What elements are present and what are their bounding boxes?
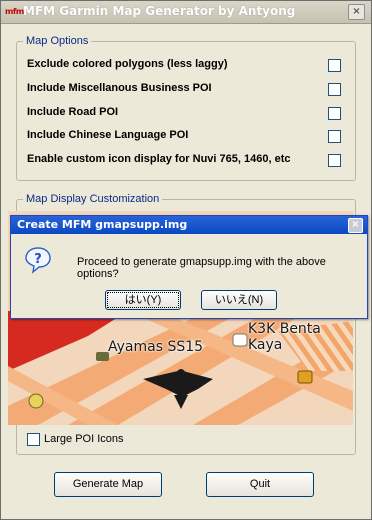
dialog-message: Proceed to generate gmapsupp.img with th… [77, 256, 326, 280]
poi-marker-icon [28, 393, 44, 409]
map-label-place-1: Ayamas SS15 [108, 339, 204, 355]
svg-text:?: ? [34, 252, 42, 267]
option-label: Include Chinese Language POI [27, 129, 189, 141]
question-icon: ? [25, 247, 51, 274]
map-display-legend: Map Display Customization [23, 193, 163, 205]
app-icon: mfm [5, 7, 24, 16]
option-label: Include Miscellanous Business POI [27, 82, 212, 94]
exclude-polygons-checkbox[interactable] [328, 59, 341, 72]
option-chinese-poi[interactable]: Include Chinese Language POI [27, 128, 347, 144]
shop-poi-icon [297, 370, 313, 384]
option-business-poi[interactable]: Include Miscellanous Business POI [27, 81, 347, 97]
map-options-group: Map Options Exclude colored polygons (le… [16, 35, 356, 181]
business-poi-checkbox[interactable] [328, 83, 341, 96]
option-road-poi[interactable]: Include Road POI [27, 105, 347, 121]
option-exclude-polygons[interactable]: Exclude colored polygons (less laggy) [27, 57, 347, 73]
title-bar[interactable]: mfm MFM Garmin Map Generator by Antyong … [1, 1, 371, 24]
dialog-close-button[interactable]: × [348, 218, 363, 233]
dialog-title-bar[interactable]: Create MFM gmapsupp.img × [11, 216, 367, 234]
map-label-place-2: K3K Benta Kaya [248, 321, 321, 353]
close-button[interactable]: × [348, 4, 365, 20]
option-label: Exclude colored polygons (less laggy) [27, 58, 228, 70]
map-options-legend: Map Options [23, 35, 92, 47]
dialog-title: Create MFM gmapsupp.img [17, 218, 188, 231]
confirm-dialog: Create MFM gmapsupp.img × ? Proceed to g… [10, 215, 368, 319]
window-title: MFM Garmin Map Generator by Antyong [23, 4, 296, 18]
large-poi-row[interactable]: Large POI Icons [27, 432, 177, 448]
large-poi-label: Large POI Icons [44, 433, 124, 445]
large-poi-checkbox[interactable] [27, 433, 40, 446]
no-button[interactable]: いいえ(N) [201, 290, 277, 310]
quit-button[interactable]: Quit [206, 472, 314, 497]
option-custom-icon[interactable]: Enable custom icon display for Nuvi 765,… [27, 152, 347, 168]
road-poi-checkbox[interactable] [328, 107, 341, 120]
option-label: Enable custom icon display for Nuvi 765,… [27, 153, 291, 165]
yes-button[interactable]: はい(Y) [105, 290, 181, 310]
generate-map-button[interactable]: Generate Map [54, 472, 162, 497]
option-label: Include Road POI [27, 106, 119, 118]
cafe-poi-icon [232, 333, 248, 347]
custom-icon-checkbox[interactable] [328, 154, 341, 167]
chinese-poi-checkbox[interactable] [328, 130, 341, 143]
